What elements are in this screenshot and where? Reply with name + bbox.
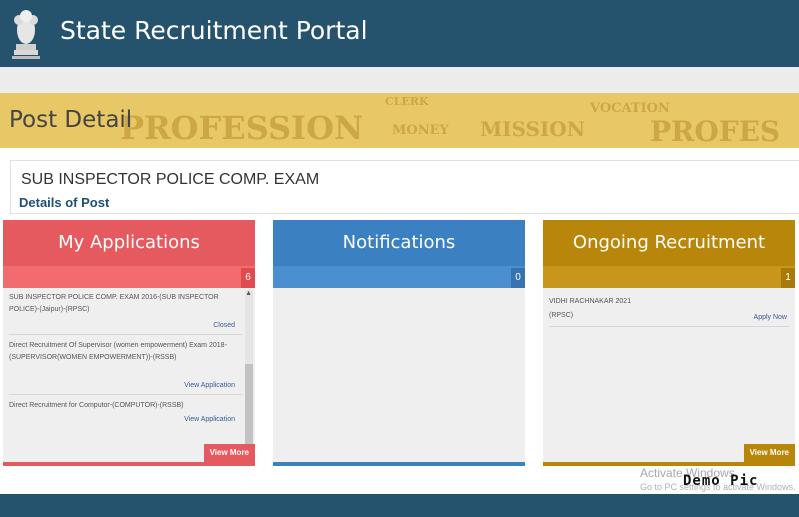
- details-of-post-link[interactable]: Details of Post: [19, 195, 109, 210]
- scroll-up-icon[interactable]: ▲: [245, 290, 252, 297]
- list-item-agency: (RPSC): [549, 312, 574, 319]
- ongoing-recruitment-panel: Ongoing Recruitment 1 VIDHI RACHNAKAR 20…: [543, 220, 795, 466]
- banner-word: PROFESSION: [120, 109, 364, 147]
- my-applications-panel: My Applications 6 SUB INSPECTOR POLICE C…: [3, 220, 255, 466]
- apply-now-link[interactable]: Apply Now: [754, 314, 787, 321]
- demo-pic-label: Demo Pic: [683, 473, 759, 489]
- panel-footer: [3, 462, 255, 466]
- header-bar: State Recruitment Portal: [0, 0, 799, 67]
- list-item: SUB INSPECTOR POLICE COMP. EXAM 2016-(SU…: [9, 294, 219, 313]
- view-more-button[interactable]: View More: [203, 444, 255, 462]
- recruitment-list: VIDHI RACHNAKAR 2021 (RPSC) Apply Now: [543, 288, 795, 460]
- banner-word: CLERK: [385, 95, 429, 108]
- state-emblem-icon: [12, 10, 40, 59]
- panel-title: Ongoing Recruitment: [543, 220, 795, 266]
- applications-list: SUB INSPECTOR POLICE COMP. EXAM 2016-(SU…: [3, 288, 255, 460]
- panel-count-bar: 0: [273, 266, 525, 288]
- banner-word: VOCATION: [590, 101, 670, 116]
- portal-title: State Recruitment Portal: [60, 16, 368, 45]
- banner-word: PROFES: [650, 115, 781, 148]
- view-application-link[interactable]: View Application: [184, 416, 235, 423]
- divider: [9, 394, 243, 395]
- list-item: Direct Recruitment for Computor-(COMPUTO…: [9, 402, 184, 409]
- panel-count-bar: 6: [3, 266, 255, 288]
- panel-title: My Applications: [3, 220, 255, 266]
- notifications-list: [273, 288, 525, 460]
- panel-footer: [273, 462, 525, 466]
- divider: [9, 334, 243, 335]
- count-badge: 1: [781, 268, 795, 288]
- count-badge: 6: [241, 268, 255, 288]
- post-detail-box: SUB INSPECTOR POLICE COMP. EXAM Details …: [10, 160, 799, 214]
- page-title: Post Detail: [9, 107, 133, 133]
- nav-strip: [0, 67, 799, 93]
- notifications-panel: Notifications 0: [273, 220, 525, 466]
- panel-title: Notifications: [273, 220, 525, 266]
- panel-count-bar: 1: [543, 266, 795, 288]
- view-application-link[interactable]: View Application: [184, 382, 235, 389]
- divider: [549, 326, 789, 327]
- list-item: Direct Recruitment Of Supervisor (women …: [9, 342, 227, 361]
- count-badge: 0: [511, 268, 525, 288]
- banner-word: MISSION: [480, 117, 585, 141]
- footer-bar: [0, 494, 799, 517]
- list-item-name: VIDHI RACHNAKAR 2021: [549, 298, 632, 305]
- view-more-button[interactable]: View More: [743, 444, 795, 462]
- post-name: SUB INSPECTOR POLICE COMP. EXAM: [21, 171, 320, 188]
- closed-status: Closed: [213, 322, 235, 329]
- banner-word: MONEY: [392, 123, 449, 138]
